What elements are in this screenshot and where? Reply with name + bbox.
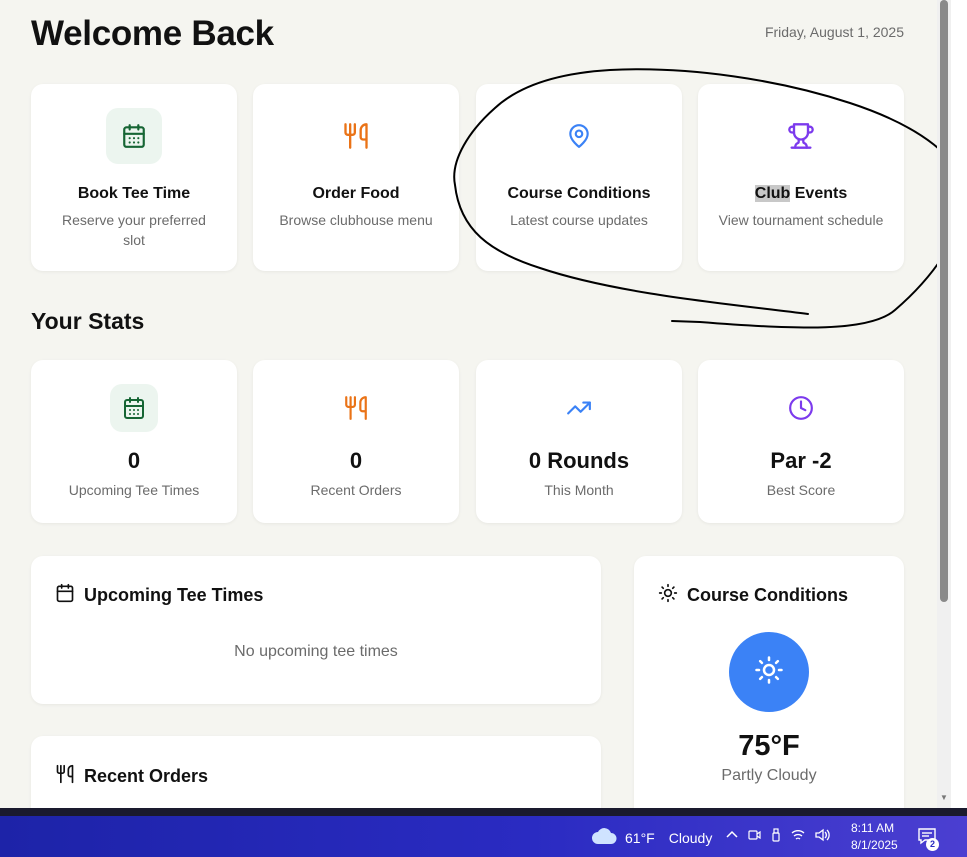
clock-icon [777, 384, 825, 432]
book-tee-time-card[interactable]: Book Tee Time Reserve your preferred slo… [31, 84, 237, 271]
panel-header: Recent Orders [55, 764, 208, 789]
scroll-down-arrow-icon[interactable]: ▼ [940, 794, 948, 802]
course-conditions-card[interactable]: Course Conditions Latest course updates [476, 84, 682, 271]
card-subtitle: Browse clubhouse menu [279, 212, 433, 228]
panel-header: Upcoming Tee Times [55, 583, 263, 608]
stat-value: 0 [127, 448, 141, 473]
stat-label: This Month [544, 482, 614, 498]
map-pin-icon [551, 108, 607, 164]
panel-title: Course Conditions [687, 585, 848, 605]
stat-value: 0 [349, 448, 363, 473]
card-title: Book Tee Time [77, 185, 191, 202]
stat-card-tee-times: 0 Upcoming Tee Times [31, 360, 237, 523]
panel-title: Upcoming Tee Times [84, 585, 264, 605]
stat-label: Upcoming Tee Times [68, 482, 200, 498]
card-title: Course Conditions [507, 185, 651, 202]
utensils-icon [55, 764, 75, 789]
stat-card-orders: 0 Recent Orders [253, 360, 459, 523]
taskbar-clock[interactable]: 8:11 AM 8/1/2025 [851, 820, 898, 854]
dashboard-page: Welcome Back Friday, August 1, 2025 Book… [0, 0, 937, 808]
stat-card-best-score: Par -2 Best Score [698, 360, 904, 523]
calendar-icon [110, 384, 158, 432]
upcoming-tee-times-panel: Upcoming Tee Times No upcoming tee times [31, 556, 601, 704]
notification-badge: 2 [926, 838, 939, 851]
sun-icon [658, 583, 678, 608]
system-tray [726, 828, 830, 845]
clock-time: 8:11 AM [851, 821, 895, 835]
speaker-icon[interactable] [814, 828, 830, 845]
wifi-icon[interactable] [791, 829, 805, 844]
panel-header: Course Conditions [658, 583, 848, 608]
card-subtitle: View tournament schedule [718, 212, 884, 228]
stat-label: Best Score [766, 482, 836, 498]
page-title: Welcome Back [31, 14, 274, 53]
utensils-icon [332, 384, 380, 432]
stat-card-rounds: 0 Rounds This Month [476, 360, 682, 523]
order-food-card[interactable]: Order Food Browse clubhouse menu [253, 84, 459, 271]
current-date: Friday, August 1, 2025 [764, 24, 904, 40]
club-events-card[interactable]: Club Events View tournament schedule [698, 84, 904, 271]
window-edge [951, 0, 967, 808]
weather-badge [729, 632, 809, 712]
utensils-icon [328, 108, 384, 164]
temperature: 75°F [738, 730, 800, 762]
windows-taskbar: 61°F Cloudy 8:11 AM 8/1/2025 2 [0, 816, 967, 857]
vertical-scrollbar[interactable]: ▼ [937, 0, 951, 808]
card-subtitle: Latest course updates [510, 212, 648, 228]
usb-icon[interactable] [770, 828, 782, 845]
course-conditions-panel: Course Conditions 75°F Partly Cloudy [634, 556, 904, 808]
card-title: Order Food [312, 185, 400, 202]
card-title-rest: Events [790, 185, 848, 202]
stats-section-title: Your Stats [31, 308, 145, 334]
window-border [0, 808, 967, 816]
trophy-icon [773, 108, 829, 164]
card-title: Club Events [698, 185, 904, 203]
stat-label: Recent Orders [310, 482, 402, 498]
calendar-icon [106, 108, 162, 164]
scrollbar-thumb[interactable] [940, 0, 948, 602]
panel-title: Recent Orders [84, 766, 209, 786]
taskbar-weather-text: Cloudy [668, 829, 713, 846]
clock-date: 8/1/2025 [851, 838, 898, 852]
selected-text: Club [754, 185, 791, 202]
taskbar-weather-widget[interactable]: 61°F Cloudy [591, 827, 712, 848]
weather-condition: Partly Cloudy [721, 767, 817, 784]
sun-icon [754, 655, 784, 690]
meet-icon[interactable] [747, 828, 761, 845]
recent-orders-panel: Recent Orders [31, 736, 601, 808]
empty-state-message: No upcoming tee times [234, 643, 398, 660]
stat-value: Par -2 [770, 448, 832, 473]
card-subtitle: Reserve your preferred slot [62, 212, 206, 248]
calendar-icon [55, 583, 75, 608]
taskbar-weather-temp: 61°F [625, 829, 655, 846]
cloud-icon [591, 827, 617, 848]
stat-value: 0 Rounds [528, 448, 630, 473]
chevron-up-icon[interactable] [726, 829, 738, 844]
trending-up-icon [555, 384, 603, 432]
